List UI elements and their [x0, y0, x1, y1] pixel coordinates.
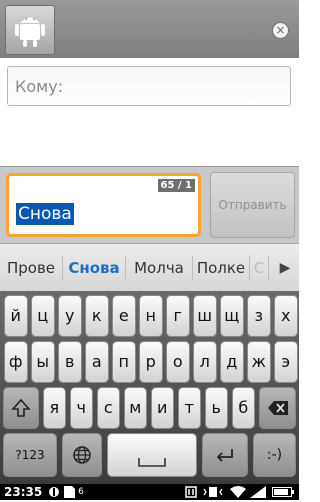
language-key[interactable] — [62, 433, 102, 477]
enter-icon — [216, 449, 233, 462]
key-н[interactable]: н — [139, 295, 163, 337]
suggestions-more-icon[interactable]: ▶ — [276, 244, 294, 292]
recipient-input[interactable]: Кому: — [7, 66, 291, 106]
close-icon[interactable]: × — [272, 22, 289, 39]
suggestion-strip: Прове Снова Молча Полке С ▶ — [0, 243, 299, 292]
message-text-selected[interactable]: Снова — [16, 203, 74, 225]
key-ф[interactable]: ф — [4, 341, 28, 383]
key-р[interactable]: р — [139, 341, 163, 383]
suggestion-divider — [268, 256, 269, 280]
nfc-icon — [185, 486, 197, 498]
key-в[interactable]: в — [58, 341, 82, 383]
key-г[interactable]: г — [166, 295, 190, 337]
status-bar: 23:35 6 — [0, 484, 299, 500]
key-з[interactable]: з — [247, 295, 271, 337]
key-б[interactable]: б — [231, 387, 255, 429]
key-ш[interactable]: ш — [193, 295, 217, 337]
sim-icon — [63, 486, 75, 498]
key-д[interactable]: д — [220, 341, 244, 383]
usb-icon — [48, 486, 60, 498]
key-м[interactable]: м — [123, 387, 147, 429]
message-input[interactable]: 65 / 1 Снова — [6, 173, 201, 237]
shift-key[interactable] — [3, 387, 39, 429]
vibrate-icon — [203, 486, 223, 498]
key-й[interactable]: й — [4, 295, 28, 337]
key-э[interactable]: э — [274, 341, 298, 383]
enter-key[interactable] — [202, 433, 248, 477]
key-е[interactable]: е — [112, 295, 136, 337]
key-к[interactable]: к — [85, 295, 109, 337]
battery-icon — [272, 486, 294, 498]
suggestion-item[interactable]: С — [252, 244, 266, 292]
key-ж[interactable]: ж — [247, 341, 271, 383]
signal-icon — [250, 486, 266, 498]
shift-icon — [11, 398, 31, 417]
backspace-icon — [267, 401, 288, 415]
key-и[interactable]: и — [150, 387, 174, 429]
backspace-key[interactable] — [259, 387, 296, 429]
clock: 23:35 — [4, 485, 43, 499]
suggestion-item[interactable]: Молча — [126, 244, 192, 292]
suggestion-divider — [249, 256, 250, 280]
conversation-header: × — [0, 0, 299, 58]
notification-count: 6 — [78, 487, 84, 497]
key-л[interactable]: л — [193, 341, 217, 383]
character-counter: 65 / 1 — [157, 179, 195, 192]
symbols-key[interactable]: ?123 — [3, 433, 57, 477]
key-х[interactable]: х — [274, 295, 298, 337]
android-robot-icon — [15, 17, 45, 47]
globe-icon — [73, 446, 91, 464]
key-п[interactable]: п — [112, 341, 136, 383]
key-у[interactable]: у — [58, 295, 82, 337]
compose-bar: 65 / 1 Снова Отправить — [0, 166, 299, 244]
space-key[interactable] — [107, 433, 197, 477]
key-ь[interactable]: ь — [204, 387, 228, 429]
key-ы[interactable]: ы — [31, 341, 55, 383]
key-я[interactable]: я — [42, 387, 66, 429]
key-а[interactable]: а — [85, 341, 109, 383]
suggestion-item-selected[interactable]: Снова — [63, 244, 125, 292]
suggestion-item[interactable]: Прове — [0, 244, 62, 292]
key-т[interactable]: т — [177, 387, 201, 429]
emoticon-key[interactable]: :-) — [253, 433, 296, 477]
contact-avatar[interactable] — [5, 5, 55, 55]
key-ч[interactable]: ч — [69, 387, 93, 429]
suggestion-item[interactable]: Полке — [193, 244, 249, 292]
soft-keyboard: йцукенгшщзх фывапролджэ ячсмитьбю ?123 — [0, 291, 299, 484]
key-щ[interactable]: щ — [220, 295, 244, 337]
recipients-area: Кому: — [0, 58, 299, 166]
wifi-icon — [230, 486, 246, 498]
space-icon — [138, 458, 166, 467]
send-button[interactable]: Отправить — [210, 172, 295, 238]
key-ц[interactable]: ц — [31, 295, 55, 337]
key-с[interactable]: с — [96, 387, 120, 429]
key-о[interactable]: о — [166, 341, 190, 383]
